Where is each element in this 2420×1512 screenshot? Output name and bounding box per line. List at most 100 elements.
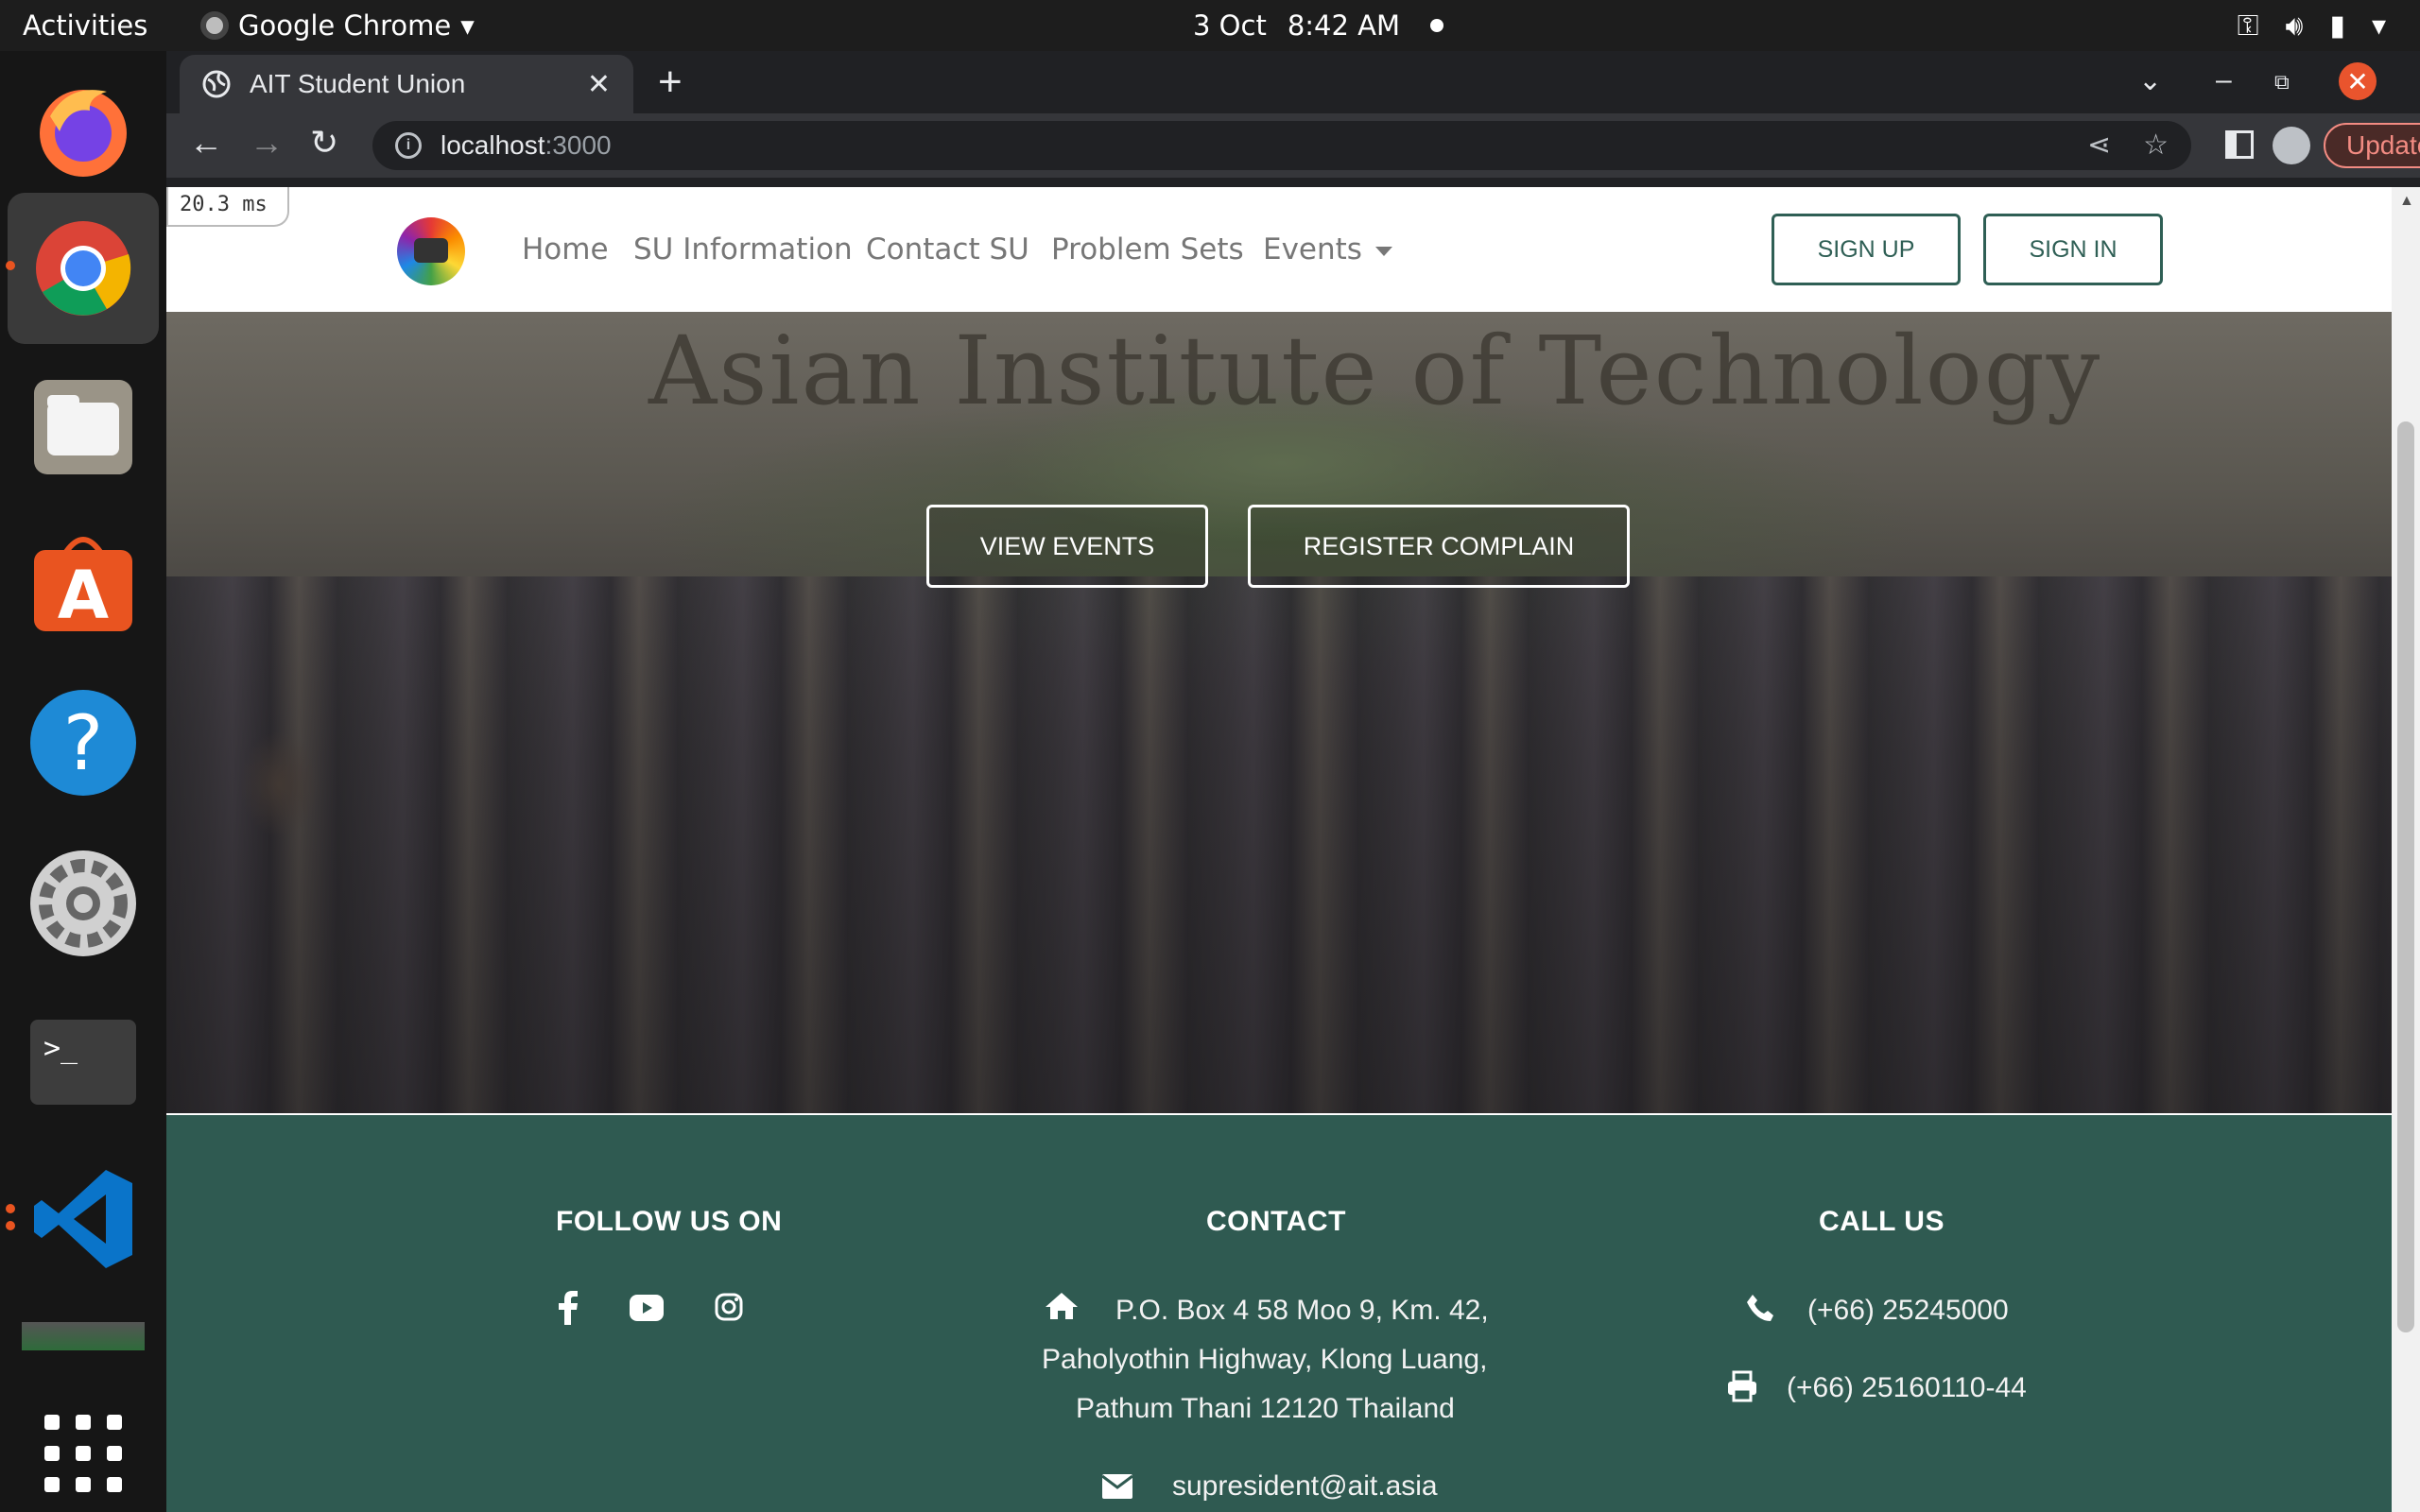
nav-home[interactable]: Home bbox=[522, 232, 609, 266]
page-viewport: Home SU Information Contact SU Problem S… bbox=[166, 187, 2420, 1512]
running-indicator-icon bbox=[6, 1221, 15, 1230]
tab-ait-student-union[interactable]: AIT Student Union ✕ bbox=[180, 55, 633, 113]
envelope-icon bbox=[1101, 1474, 1133, 1506]
share-icon[interactable]: ⋖ bbox=[2087, 129, 2111, 162]
hero-overlay bbox=[166, 576, 2392, 1113]
help-icon: ? bbox=[30, 690, 136, 796]
omnibox-actions: ⋖ ☆ bbox=[2087, 129, 2169, 162]
profile-avatar-icon[interactable] bbox=[2273, 127, 2310, 164]
nav-events-label: Events bbox=[1263, 232, 1362, 266]
clock-time: 8:42 AM bbox=[1287, 9, 1401, 42]
home-icon bbox=[1044, 1291, 1080, 1329]
contact-email-link[interactable]: supresident@ait.asia bbox=[1172, 1470, 1438, 1503]
chrome-small-icon bbox=[200, 11, 229, 40]
dock-app-center[interactable]: A bbox=[8, 508, 159, 660]
address-line-1: P.O. Box 4 58 Moo 9, Km. 42, bbox=[1115, 1295, 1489, 1326]
url-host: localhost bbox=[441, 130, 545, 160]
window-close-icon[interactable]: ✕ bbox=[2339, 62, 2377, 100]
bookmark-star-icon[interactable]: ☆ bbox=[2143, 129, 2169, 162]
fax-number: (+66) 25160110-44 bbox=[1787, 1372, 2027, 1403]
window-thumbnail bbox=[22, 1322, 145, 1350]
scroll-up-arrow-icon[interactable]: ▲ bbox=[2399, 193, 2414, 210]
hero-banner: Asian Institute of Technology VIEW EVENT… bbox=[166, 312, 2392, 1113]
hero-sign-text: Asian Institute of Technology bbox=[648, 316, 2102, 426]
site-footer: FOLLOW US ON CONTACT CALL US P.O. Box 4 … bbox=[166, 1115, 2392, 1512]
phone-number: (+66) 25245000 bbox=[1807, 1295, 2009, 1326]
firefox-icon bbox=[40, 90, 127, 177]
site-info-icon[interactable]: i bbox=[395, 132, 422, 159]
nav-events-dropdown[interactable]: Events bbox=[1263, 232, 1392, 266]
network-icon: ⚿ bbox=[2237, 9, 2259, 43]
dock-files[interactable] bbox=[8, 352, 159, 503]
running-indicator-icon bbox=[6, 261, 15, 270]
browser-toolbar: ← → ↻ i localhost:3000 ⋖ ☆ Update ⋮ bbox=[166, 113, 2420, 178]
url-port: :3000 bbox=[544, 130, 612, 160]
tab-close-icon[interactable]: ✕ bbox=[587, 68, 611, 101]
restore-icon[interactable]: ⧉ bbox=[2274, 70, 2290, 94]
sign-up-button[interactable]: SIGN UP bbox=[1772, 214, 1961, 285]
clock-date: 3 Oct bbox=[1193, 9, 1267, 42]
dock: A ? >_ bbox=[0, 51, 166, 1512]
system-tray[interactable]: ⚿ 🔊︎ ▮ ▾ bbox=[2238, 9, 2386, 43]
site-header: Home SU Information Contact SU Problem S… bbox=[166, 187, 2392, 312]
dock-terminal[interactable]: >_ bbox=[8, 987, 159, 1138]
new-tab-icon[interactable]: + bbox=[658, 59, 683, 106]
svg-text:>_: >_ bbox=[43, 1032, 78, 1065]
globe-icon bbox=[202, 70, 231, 98]
caret-down-icon bbox=[1374, 246, 1392, 256]
side-panel-icon[interactable] bbox=[2225, 130, 2254, 159]
su-logo[interactable] bbox=[397, 217, 465, 285]
perf-badge: 20.3 ms bbox=[166, 187, 289, 227]
dock-chrome[interactable] bbox=[6, 193, 159, 344]
minimize-icon[interactable]: – bbox=[2216, 64, 2232, 96]
svg-text:A: A bbox=[58, 557, 109, 634]
volume-icon: 🔊︎ bbox=[2285, 9, 2304, 43]
os-top-bar: Activities Google Chrome ▾ 3 Oct 8:42 AM… bbox=[0, 0, 2420, 51]
tab-search-icon[interactable]: ⌄ bbox=[2138, 64, 2162, 97]
printer-icon bbox=[1726, 1370, 1758, 1410]
dock-vscode[interactable] bbox=[6, 1143, 159, 1295]
battery-icon: ▮ bbox=[2329, 9, 2345, 43]
facebook-icon[interactable] bbox=[558, 1291, 579, 1332]
files-icon bbox=[34, 380, 132, 474]
scrollbar-thumb[interactable] bbox=[2397, 421, 2414, 1332]
page-scrollbar[interactable]: ▲ bbox=[2392, 187, 2420, 1512]
url-text: localhost:3000 bbox=[441, 130, 612, 161]
nav-contact-su[interactable]: Contact SU bbox=[866, 232, 1029, 266]
forward-icon[interactable]: → bbox=[250, 123, 284, 163]
nav-problem-sets[interactable]: Problem Sets bbox=[1051, 232, 1244, 266]
chevron-down-icon: ▾ bbox=[2371, 9, 2386, 43]
chrome-window: AIT Student Union ✕ + ⌄ – ⧉ ✕ ← → ↻ i lo… bbox=[166, 51, 2420, 1512]
show-apps-icon bbox=[44, 1415, 122, 1492]
running-indicator-icon bbox=[6, 1204, 15, 1213]
app-menu[interactable]: Google Chrome ▾ bbox=[200, 9, 475, 42]
sign-in-button[interactable]: SIGN IN bbox=[1983, 214, 2163, 285]
activities-button[interactable]: Activities bbox=[23, 9, 147, 42]
youtube-icon[interactable] bbox=[630, 1295, 664, 1329]
register-complain-button[interactable]: REGISTER COMPLAIN bbox=[1248, 505, 1630, 588]
dock-firefox[interactable] bbox=[8, 55, 159, 206]
dock-show-apps[interactable] bbox=[8, 1378, 159, 1512]
chrome-icon bbox=[36, 221, 131, 316]
follow-heading: FOLLOW US ON bbox=[556, 1206, 783, 1237]
chevron-down-icon: ▾ bbox=[460, 9, 475, 42]
tab-title: AIT Student Union bbox=[250, 69, 466, 98]
reload-icon[interactable]: ↻ bbox=[310, 123, 338, 163]
app-menu-label: Google Chrome bbox=[238, 9, 452, 42]
svg-text:?: ? bbox=[63, 699, 103, 787]
address-line-3: Pathum Thani 12120 Thailand bbox=[1076, 1393, 1455, 1424]
notification-dot-icon bbox=[1430, 19, 1444, 32]
nav-su-information[interactable]: SU Information bbox=[633, 232, 853, 266]
dock-settings[interactable] bbox=[8, 828, 159, 979]
address-line-2: Paholyothin Highway, Klong Luang, bbox=[1042, 1344, 1488, 1375]
view-events-button[interactable]: VIEW EVENTS bbox=[926, 505, 1208, 588]
settings-icon bbox=[30, 850, 136, 956]
tab-strip: AIT Student Union ✕ + ⌄ – ⧉ ✕ bbox=[166, 51, 2420, 113]
dock-thumbnail[interactable] bbox=[8, 1319, 159, 1353]
dock-help[interactable]: ? bbox=[8, 667, 159, 818]
instagram-icon[interactable] bbox=[715, 1293, 743, 1329]
address-bar[interactable]: i localhost:3000 ⋖ ☆ bbox=[372, 121, 2191, 170]
update-button[interactable]: Update ⋮ bbox=[2324, 123, 2420, 168]
clock[interactable]: 3 Oct 8:42 AM bbox=[1193, 9, 1444, 42]
back-icon[interactable]: ← bbox=[189, 123, 223, 163]
